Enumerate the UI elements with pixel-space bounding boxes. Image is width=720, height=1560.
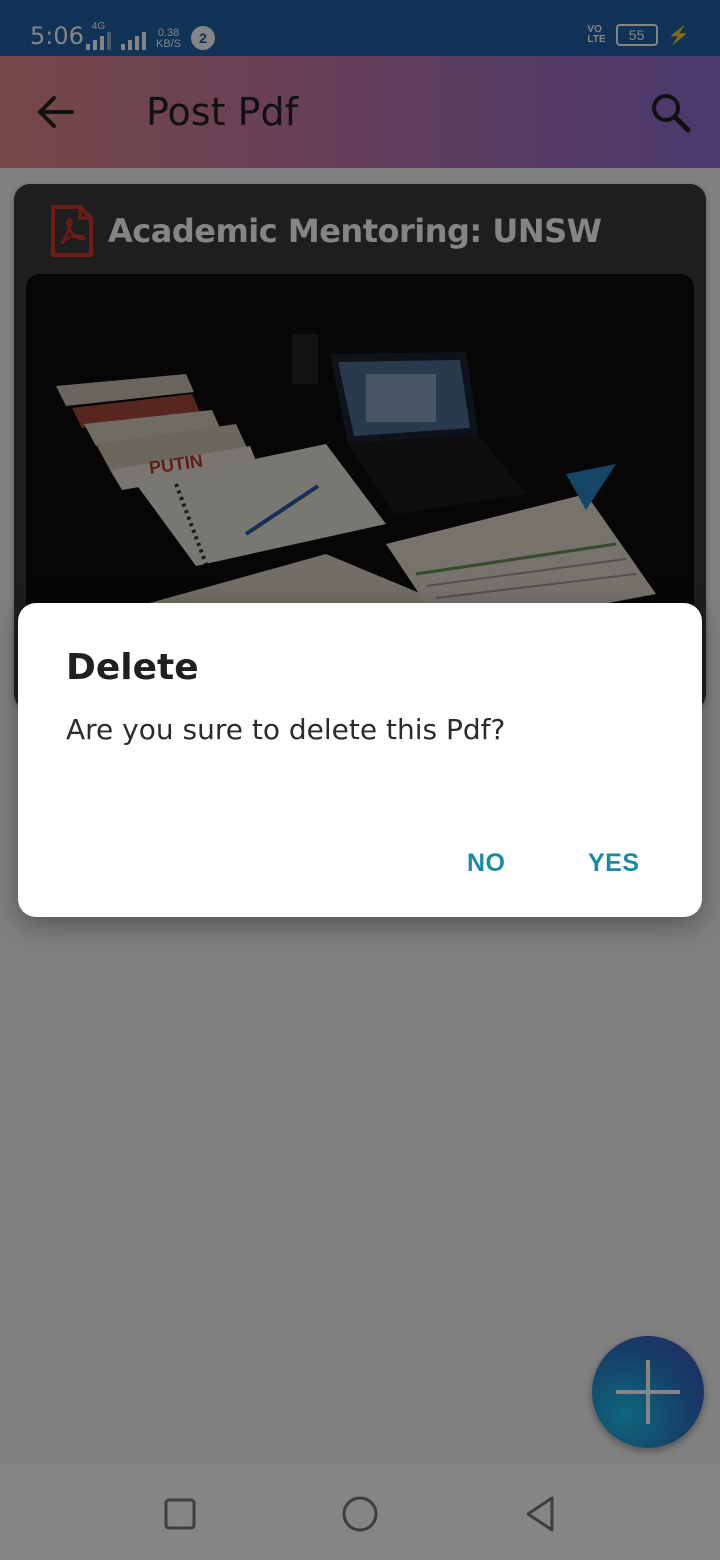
dialog-message: Are you sure to delete this Pdf?	[66, 713, 506, 746]
yes-button[interactable]: YES	[588, 849, 640, 878]
dialog-title: Delete	[66, 647, 199, 688]
no-button[interactable]: NO	[467, 849, 506, 878]
delete-confirm-dialog: Delete Are you sure to delete this Pdf? …	[18, 603, 702, 917]
